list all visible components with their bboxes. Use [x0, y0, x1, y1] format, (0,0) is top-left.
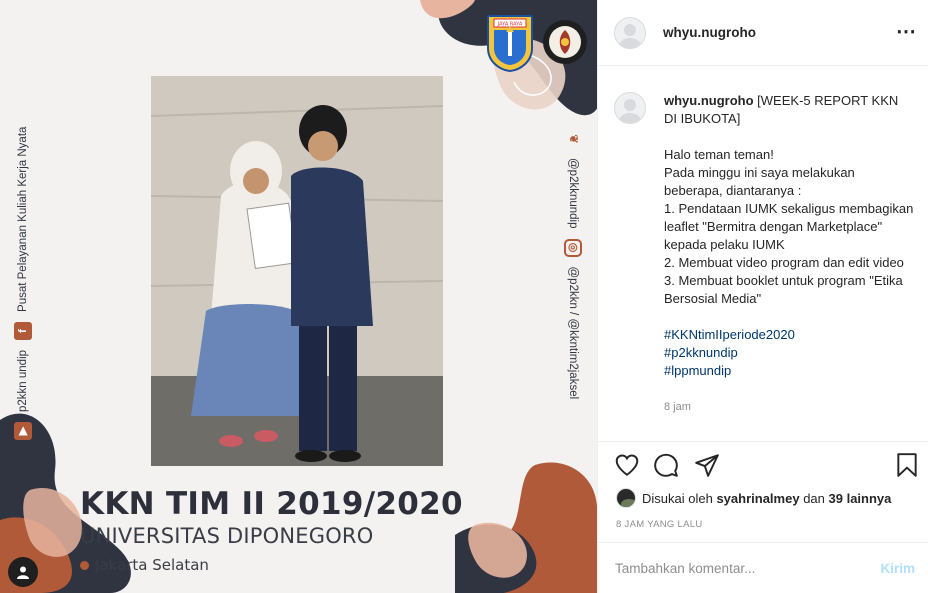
- bookmark-icon: [897, 453, 917, 477]
- poster-heading: KKN TIM II 2019/2020: [80, 486, 463, 522]
- tagged-user-button[interactable]: [8, 557, 38, 587]
- poster-location: Jakarta Selatan: [80, 556, 209, 574]
- caption-time[interactable]: 8 jam: [664, 398, 914, 416]
- author-username[interactable]: whyu.nugroho: [663, 25, 756, 40]
- caption-line: 1. Pendataan IUMK sekaligus membagikan l…: [664, 201, 914, 252]
- share-icon: [695, 454, 719, 477]
- poster-instagram-handle: @p2kkn / @kkntim2jaksel: [567, 266, 579, 400]
- user-icon: [17, 566, 29, 579]
- caption-line: 3. Membuat booklet untuk program "Etika …: [664, 273, 903, 306]
- team-photo: [151, 76, 443, 466]
- undip-logo-icon: [543, 20, 587, 64]
- likes-connector: dan: [803, 490, 825, 506]
- instagram-icon: ◎: [564, 238, 582, 257]
- caption-section: whyu.nugroho [WEEK-5 REPORT KKN DI IBUKO…: [598, 66, 928, 442]
- like-button[interactable]: [614, 452, 640, 481]
- likes-others-link[interactable]: 39 lainnya: [829, 491, 892, 506]
- poster-handle-text: p2kkn undip: [17, 349, 29, 412]
- post-header: whyu.nugroho ⋯: [598, 0, 928, 66]
- dki-jakarta-logo-icon: JAYA RAYA: [487, 15, 533, 72]
- liker-avatar[interactable]: [616, 488, 636, 508]
- more-options-button[interactable]: ⋯: [896, 22, 916, 42]
- post-image[interactable]: JAYA RAYA ▶ p2kkn undip f Pusat Pelayana…: [0, 0, 597, 593]
- comment-button[interactable]: [653, 452, 679, 481]
- poster-right-vertical-text: ❦ @p2kknundip ◎ @p2kkn / @kkntim2jaksel: [564, 130, 582, 399]
- comment-input[interactable]: [615, 560, 881, 576]
- heart-icon: [615, 454, 639, 476]
- poster-subheading: UNIVERSITAS DIPONEGORO: [80, 524, 374, 548]
- share-button[interactable]: [694, 452, 720, 481]
- action-bar: [598, 452, 928, 482]
- youtube-icon: ▶: [14, 422, 32, 440]
- hashtag-list: #KKNtimIIperiode2020 #p2kknundip #lppmun…: [664, 326, 914, 380]
- caption-line: Halo teman teman!: [664, 147, 774, 162]
- author-avatar[interactable]: [614, 16, 646, 49]
- likes-prefix: Disukai oleh: [642, 490, 713, 506]
- location-pin-icon: [80, 560, 89, 570]
- post-sidebar: whyu.nugroho ⋯ whyu.nugroho [WEEK-5 REPO…: [597, 0, 928, 593]
- post-comment-button[interactable]: Kirim: [880, 561, 915, 576]
- comment-form: Kirim: [598, 542, 928, 593]
- hashtag-link[interactable]: #KKNtimIIperiode2020: [664, 326, 914, 344]
- hashtag-link[interactable]: #p2kknundip: [664, 344, 914, 362]
- save-button[interactable]: [894, 452, 920, 481]
- liker-username[interactable]: syahrinalmey: [716, 491, 799, 506]
- twitter-icon: ❦: [567, 134, 579, 144]
- poster-twitter-handle: @p2kknundip: [567, 158, 579, 229]
- decor-blob-right-bottom: [455, 462, 597, 593]
- caption-line: 2. Membuat video program dan edit video: [664, 255, 904, 270]
- caption-author-avatar[interactable]: [614, 92, 646, 124]
- caption-line: Pada minggu ini saya melakukan beberapa,…: [664, 165, 855, 198]
- hashtag-link[interactable]: #lppmundip: [664, 362, 914, 380]
- poster-left-vertical-text: ▶ p2kkn undip f Pusat Pelayanan Kuliah K…: [14, 127, 32, 440]
- more-icon: ⋯: [896, 21, 916, 43]
- comment-icon: [654, 453, 678, 477]
- post-timestamp[interactable]: 8 JAM YANG LALU: [616, 519, 703, 530]
- caption-username[interactable]: whyu.nugroho: [664, 93, 754, 108]
- likes-summary: Disukai oleh syahrinalmey dan 39 lainnya: [616, 488, 891, 508]
- facebook-icon: f: [14, 321, 32, 340]
- poster-location-text: Jakarta Selatan: [95, 556, 209, 574]
- caption-body: whyu.nugroho [WEEK-5 REPORT KKN DI IBUKO…: [664, 92, 914, 416]
- poster-org-text: Pusat Pelayanan Kuliah Kerja Nyata: [17, 126, 29, 312]
- caption-paragraph: Halo teman teman! Pada minggu ini saya m…: [664, 146, 914, 308]
